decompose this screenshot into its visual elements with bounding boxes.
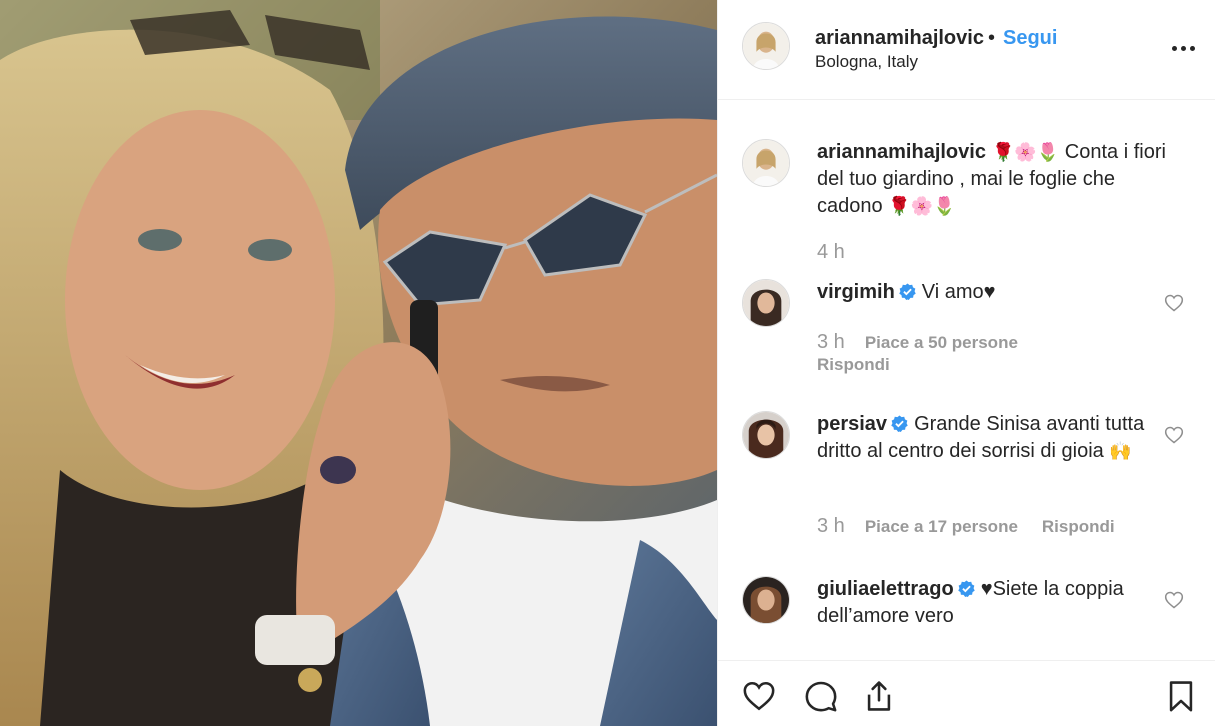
comment-username[interactable]: persiav [817,413,887,435]
comment-reply-row: Rispondi [817,355,890,375]
verified-badge-icon [899,283,916,300]
post-location[interactable]: Bologna, Italy [815,52,918,72]
commenter-avatar-image [743,577,789,623]
caption-emoji-lead: 🌹🌸🌷 [991,142,1060,162]
heart-icon[interactable] [1164,590,1184,610]
comment-meta: 3 h Piace a 50 persone [817,331,1018,354]
commenter-avatar-image [743,280,789,326]
commenter-avatar[interactable] [742,576,790,624]
heart-icon[interactable] [1164,293,1184,313]
verified-badge-icon [891,415,908,432]
comment-meta: 3 h Piace a 17 persone Rispondi [817,515,1115,538]
commenter-avatar[interactable] [742,411,790,459]
commenter-avatar[interactable] [742,279,790,327]
comment-likes-count[interactable]: Piace a 50 persone [865,333,1018,352]
comment-username[interactable]: giuliaelettrago [817,578,954,600]
comment-time[interactable]: 3 h [817,515,845,537]
author-username[interactable]: ariannamihajlovic [815,27,984,50]
more-options-icon[interactable] [1171,38,1197,58]
comment-emoji: 🙌 [1109,441,1132,461]
caption-meta: 4 h [817,241,865,264]
caption-time[interactable]: 4 h [817,241,845,263]
bookmark-icon[interactable] [1164,679,1198,713]
comment-time[interactable]: 3 h [817,331,845,353]
heart-icon[interactable] [1164,425,1184,445]
comment-text: Vi amo♥ [921,281,996,303]
post-header: ariannamihajlovic • Segui Bologna, Italy [718,0,1215,100]
comment-text-block: virgimih Vi amo♥ [817,279,1157,306]
comments-list[interactable]: ariannamihajlovic 🌹🌸🌷 Conta i fiori del t… [718,101,1215,659]
caption-author-avatar[interactable] [742,139,790,187]
reply-button[interactable]: Rispondi [1042,517,1115,536]
comment-icon[interactable] [804,679,838,713]
comment-text-block: persiav Grande Sinisa avanti tutta dritto… [817,411,1162,465]
post-actions-bar [718,660,1215,726]
comment-username[interactable]: virgimih [817,281,895,303]
share-icon[interactable] [862,679,896,713]
post-photo-illustration [0,0,717,726]
caption-text-block: ariannamihajlovic 🌹🌸🌷 Conta i fiori del t… [817,139,1177,220]
post-photo[interactable] [0,0,717,726]
comment-likes-count[interactable]: Piace a 17 persone [865,517,1018,536]
heart-icon[interactable] [742,679,776,713]
author-avatar-image [743,23,789,69]
header-separator: • [988,27,996,49]
caption-username[interactable]: ariannamihajlovic [817,141,986,163]
commenter-avatar-image [743,412,789,458]
caption-author-avatar-image [743,140,789,186]
comment-text-block: giuliaelettrago ♥Siete la coppia dell’amo… [817,576,1162,630]
reply-button[interactable]: Rispondi [817,355,890,374]
post-side-panel: ariannamihajlovic • Segui Bologna, Italy… [717,0,1215,726]
author-avatar[interactable] [742,22,790,70]
follow-button[interactable]: Segui [1003,27,1057,50]
verified-badge-icon [957,580,975,597]
caption-emoji-trail: 🌹🌸🌷 [888,196,956,216]
